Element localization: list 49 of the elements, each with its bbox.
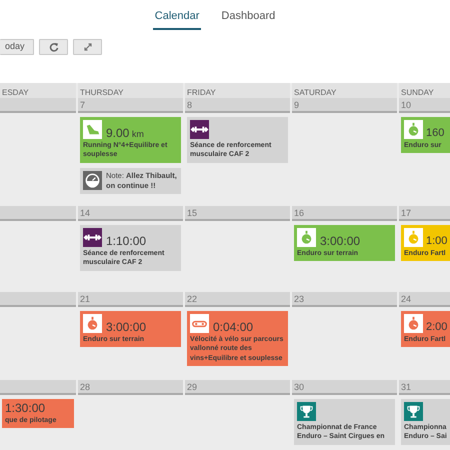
dumbbell-icon [83, 228, 102, 247]
day-header: SUNDAY [399, 83, 450, 98]
chain-icon [190, 314, 209, 333]
stopwatch-icon [297, 228, 316, 247]
date-bar: 29 [185, 380, 290, 395]
date-bar: 30 [292, 380, 397, 395]
dumbbell-icon [190, 120, 209, 139]
day-header: THURSDAY [78, 83, 183, 98]
day-header: SATURDAY [292, 83, 397, 98]
today-button[interactable]: oday [0, 38, 34, 54]
date-bar: 28 [78, 380, 183, 395]
date-bar: 14 [78, 206, 183, 221]
trophy-icon [404, 402, 423, 421]
date-bar: 17 [399, 206, 450, 221]
day-header: ESDAY [0, 83, 76, 98]
duration-text: 1:30:00 [5, 402, 46, 414]
tab[interactable]: Calendar [152, 8, 202, 30]
day-header: FRIDAY [185, 83, 290, 98]
date-bar: 31 [399, 380, 450, 395]
date-bar: 16 [292, 206, 397, 221]
refresh-button[interactable] [39, 38, 68, 54]
duration-text: 160 [426, 128, 444, 139]
duration-text: 9.00 km [106, 127, 144, 139]
stopwatch-icon [83, 314, 102, 333]
date-bar: 8 [185, 98, 290, 113]
expand-icon [82, 42, 92, 52]
date-bar: 7 [78, 98, 183, 113]
tab[interactable]: Dashboard [219, 8, 278, 30]
shoe-icon [83, 120, 102, 139]
date-bar: 9 [292, 98, 397, 113]
stopwatch-icon [404, 228, 423, 247]
gauge-icon [83, 170, 102, 190]
date-bar: 15 [185, 206, 290, 221]
fullscreen-button[interactable] [73, 38, 102, 54]
duration-text: 3:00:00 [320, 235, 360, 247]
duration-text: 1:00 [426, 236, 448, 247]
date-bar: 24 [399, 292, 450, 307]
refresh-icon [48, 42, 58, 52]
duration-text: 1:10:00 [106, 235, 146, 247]
stopwatch-icon [404, 314, 423, 333]
date-bar: 21 [78, 292, 183, 307]
date-bar: 10 [399, 98, 450, 113]
duration-text: 3:00:00 [106, 321, 146, 333]
duration-text: 2:00 [426, 322, 448, 333]
duration-text: 0:04:00 [213, 321, 254, 333]
trophy-icon [297, 402, 316, 421]
stopwatch-icon [404, 120, 423, 139]
date-bar: 22 [185, 292, 290, 307]
date-bar: 23 [292, 292, 397, 307]
